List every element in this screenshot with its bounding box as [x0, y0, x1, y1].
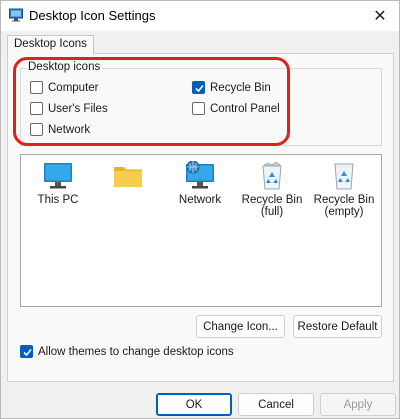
- recycle-bin-full-icon: [262, 161, 282, 190]
- checkbox-label: Network: [48, 123, 91, 136]
- ok-button[interactable]: OK: [156, 393, 232, 416]
- icon-label: Recycle Bin (empty): [313, 194, 375, 218]
- recycle-bin-empty-icon: [334, 163, 354, 190]
- checkbox-box[interactable]: [20, 345, 33, 358]
- allow-themes-checkbox[interactable]: Allow themes to change desktop icons: [20, 345, 234, 358]
- dialog-window: Desktop Icon Settings ✕ Desktop Icons De…: [0, 0, 400, 419]
- apply-button[interactable]: Apply: [320, 393, 396, 416]
- checkbox-label: Recycle Bin: [210, 81, 271, 94]
- folder-icon: [114, 167, 142, 187]
- title-bar: Desktop Icon Settings ✕: [1, 1, 399, 31]
- icon-label: Network: [178, 194, 222, 206]
- users-files-checkbox[interactable]: User's Files: [30, 102, 108, 115]
- checkbox-box[interactable]: [30, 81, 43, 94]
- window-title: Desktop Icon Settings: [29, 8, 156, 23]
- network-icon: [186, 161, 214, 189]
- checkbox-box[interactable]: [30, 102, 43, 115]
- control-panel-checkbox[interactable]: Control Panel: [192, 102, 280, 115]
- list-item-network[interactable]: Network: [165, 161, 235, 206]
- cancel-button[interactable]: Cancel: [238, 393, 314, 416]
- checkbox-label: User's Files: [48, 102, 108, 115]
- tab-desktop-icons[interactable]: Desktop Icons: [7, 35, 94, 54]
- checkbox-label: Computer: [48, 81, 99, 94]
- close-icon: ✕: [373, 8, 387, 25]
- computer-checkbox[interactable]: Computer: [30, 81, 99, 94]
- monitor-icon: [44, 163, 72, 189]
- list-item-recycle-bin-full[interactable]: Recycle Bin (full): [237, 161, 307, 218]
- list-item-users-files[interactable]: [93, 161, 163, 194]
- checkbox-box[interactable]: [192, 102, 205, 115]
- checkbox-label: Control Panel: [210, 102, 280, 115]
- list-item-recycle-bin-empty[interactable]: Recycle Bin (empty): [309, 161, 379, 218]
- restore-default-button[interactable]: Restore Default: [293, 315, 382, 338]
- recycle-bin-checkbox[interactable]: Recycle Bin: [192, 81, 271, 94]
- change-icon-button[interactable]: Change Icon...: [196, 315, 285, 338]
- network-checkbox[interactable]: Network: [30, 123, 90, 136]
- checkbox-box[interactable]: [192, 81, 205, 94]
- checkbox-label: Allow themes to change desktop icons: [38, 345, 234, 358]
- checkmark-icon: [23, 348, 32, 357]
- icon-list[interactable]: This PC Network Recycle Bin (full) Recyc…: [20, 154, 382, 307]
- close-button[interactable]: ✕: [361, 1, 399, 31]
- checkbox-box[interactable]: [30, 123, 43, 136]
- list-item-this-pc[interactable]: This PC: [23, 161, 93, 206]
- icon-label: This PC: [37, 194, 79, 206]
- group-legend: Desktop icons: [26, 61, 103, 73]
- desktop-settings-icon: [9, 8, 23, 22]
- checkmark-icon: [195, 84, 204, 93]
- icon-label: Recycle Bin (full): [241, 194, 303, 218]
